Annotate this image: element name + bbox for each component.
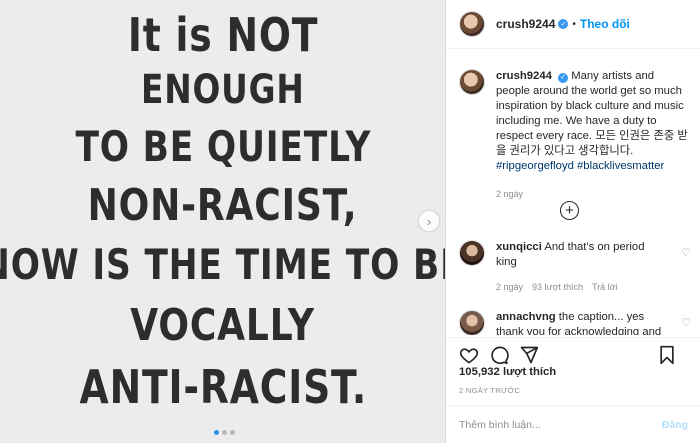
avatar[interactable] (459, 310, 485, 335)
post-comment-button[interactable]: Đăng (662, 419, 688, 431)
post-sidebar: crush9244 ✓ • Theo dõi crush9244 ✓ Many … (447, 0, 700, 443)
carousel-dot (230, 430, 235, 435)
carousel-dot (214, 430, 219, 435)
caption-hashtags[interactable]: #ripgeorgefloyd #blacklivesmatter (496, 160, 664, 172)
caption-time: 2 ngày (496, 189, 524, 199)
plus-icon: + (565, 202, 574, 219)
add-comment-bar: Đăng (447, 405, 700, 443)
comment-input[interactable] (459, 418, 662, 431)
likes-count[interactable]: 105,932 lượt thích (459, 366, 556, 378)
comment-username[interactable]: annachvng (496, 311, 556, 323)
poster-line-7: ANTI-RACIST. (79, 360, 367, 414)
comment-item: xunqicci And that's on period king 2 ngà… (459, 240, 691, 295)
caption-body: crush9244 ✓ Many artists and people arou… (496, 69, 691, 202)
post-date: 2 NGÀY TRƯỚC (459, 386, 521, 395)
header-separator: • (572, 18, 576, 30)
poster-text: It is NOT ENOUGH TO BE QUIETLY NON-RACIS… (0, 0, 446, 443)
carousel-dots (214, 430, 235, 435)
verified-badge-icon: ✓ (558, 19, 569, 29)
carousel-next-button[interactable]: › (419, 211, 439, 231)
comment-body: xunqicci And that's on period king 2 ngà… (496, 240, 666, 295)
caption-username[interactable]: crush9244 (496, 70, 552, 82)
comment-icon[interactable] (488, 344, 510, 366)
chevron-right-icon: › (426, 213, 432, 229)
poster-line-2: ENOUGH (141, 67, 305, 113)
avatar[interactable] (459, 240, 485, 266)
verified-badge-icon: ✓ (558, 72, 569, 83)
avatar[interactable] (459, 69, 485, 95)
comment-item: annachvng the caption... yes thank you f… (459, 310, 691, 335)
heart-icon[interactable]: ♡ (681, 316, 691, 329)
caption-text: Many artists and people around the world… (496, 70, 688, 157)
post-image[interactable]: It is NOT ENOUGH TO BE QUIETLY NON-RACIS… (0, 0, 446, 443)
share-icon[interactable] (518, 344, 540, 366)
comment-time: 2 ngày (496, 282, 524, 292)
post-header: crush9244 ✓ • Theo dõi (447, 0, 700, 49)
poster-line-3: TO BE QUIETLY (75, 122, 371, 171)
load-more-comments-button[interactable]: + (560, 201, 579, 220)
heart-icon[interactable] (458, 344, 480, 366)
poster-line-1: It is NOT (127, 8, 319, 62)
reply-button[interactable]: Trả lời (592, 280, 618, 295)
poster-line-6: VOCALLY (130, 300, 316, 351)
poster-line-5: NOW IS THE TIME TO BE (0, 240, 446, 289)
bookmark-icon[interactable] (656, 344, 678, 366)
comment-username[interactable]: xunqicci (496, 241, 542, 253)
comment-meta: 2 ngày 93 lượt thích Trả lời (496, 280, 666, 295)
header-username[interactable]: crush9244 (496, 17, 555, 31)
post-caption: crush9244 ✓ Many artists and people arou… (447, 57, 700, 202)
carousel-dot (222, 430, 227, 435)
comment-body: annachvng the caption... yes thank you f… (496, 310, 666, 335)
avatar[interactable] (459, 11, 485, 37)
comments-section[interactable]: crush9244 ✓ Many artists and people arou… (447, 57, 700, 335)
follow-button[interactable]: Theo dõi (580, 17, 630, 31)
poster-line-4: NON-RACIST, (88, 180, 358, 231)
comment-likes[interactable]: 93 lượt thích (532, 280, 583, 295)
heart-icon[interactable]: ♡ (681, 246, 691, 259)
